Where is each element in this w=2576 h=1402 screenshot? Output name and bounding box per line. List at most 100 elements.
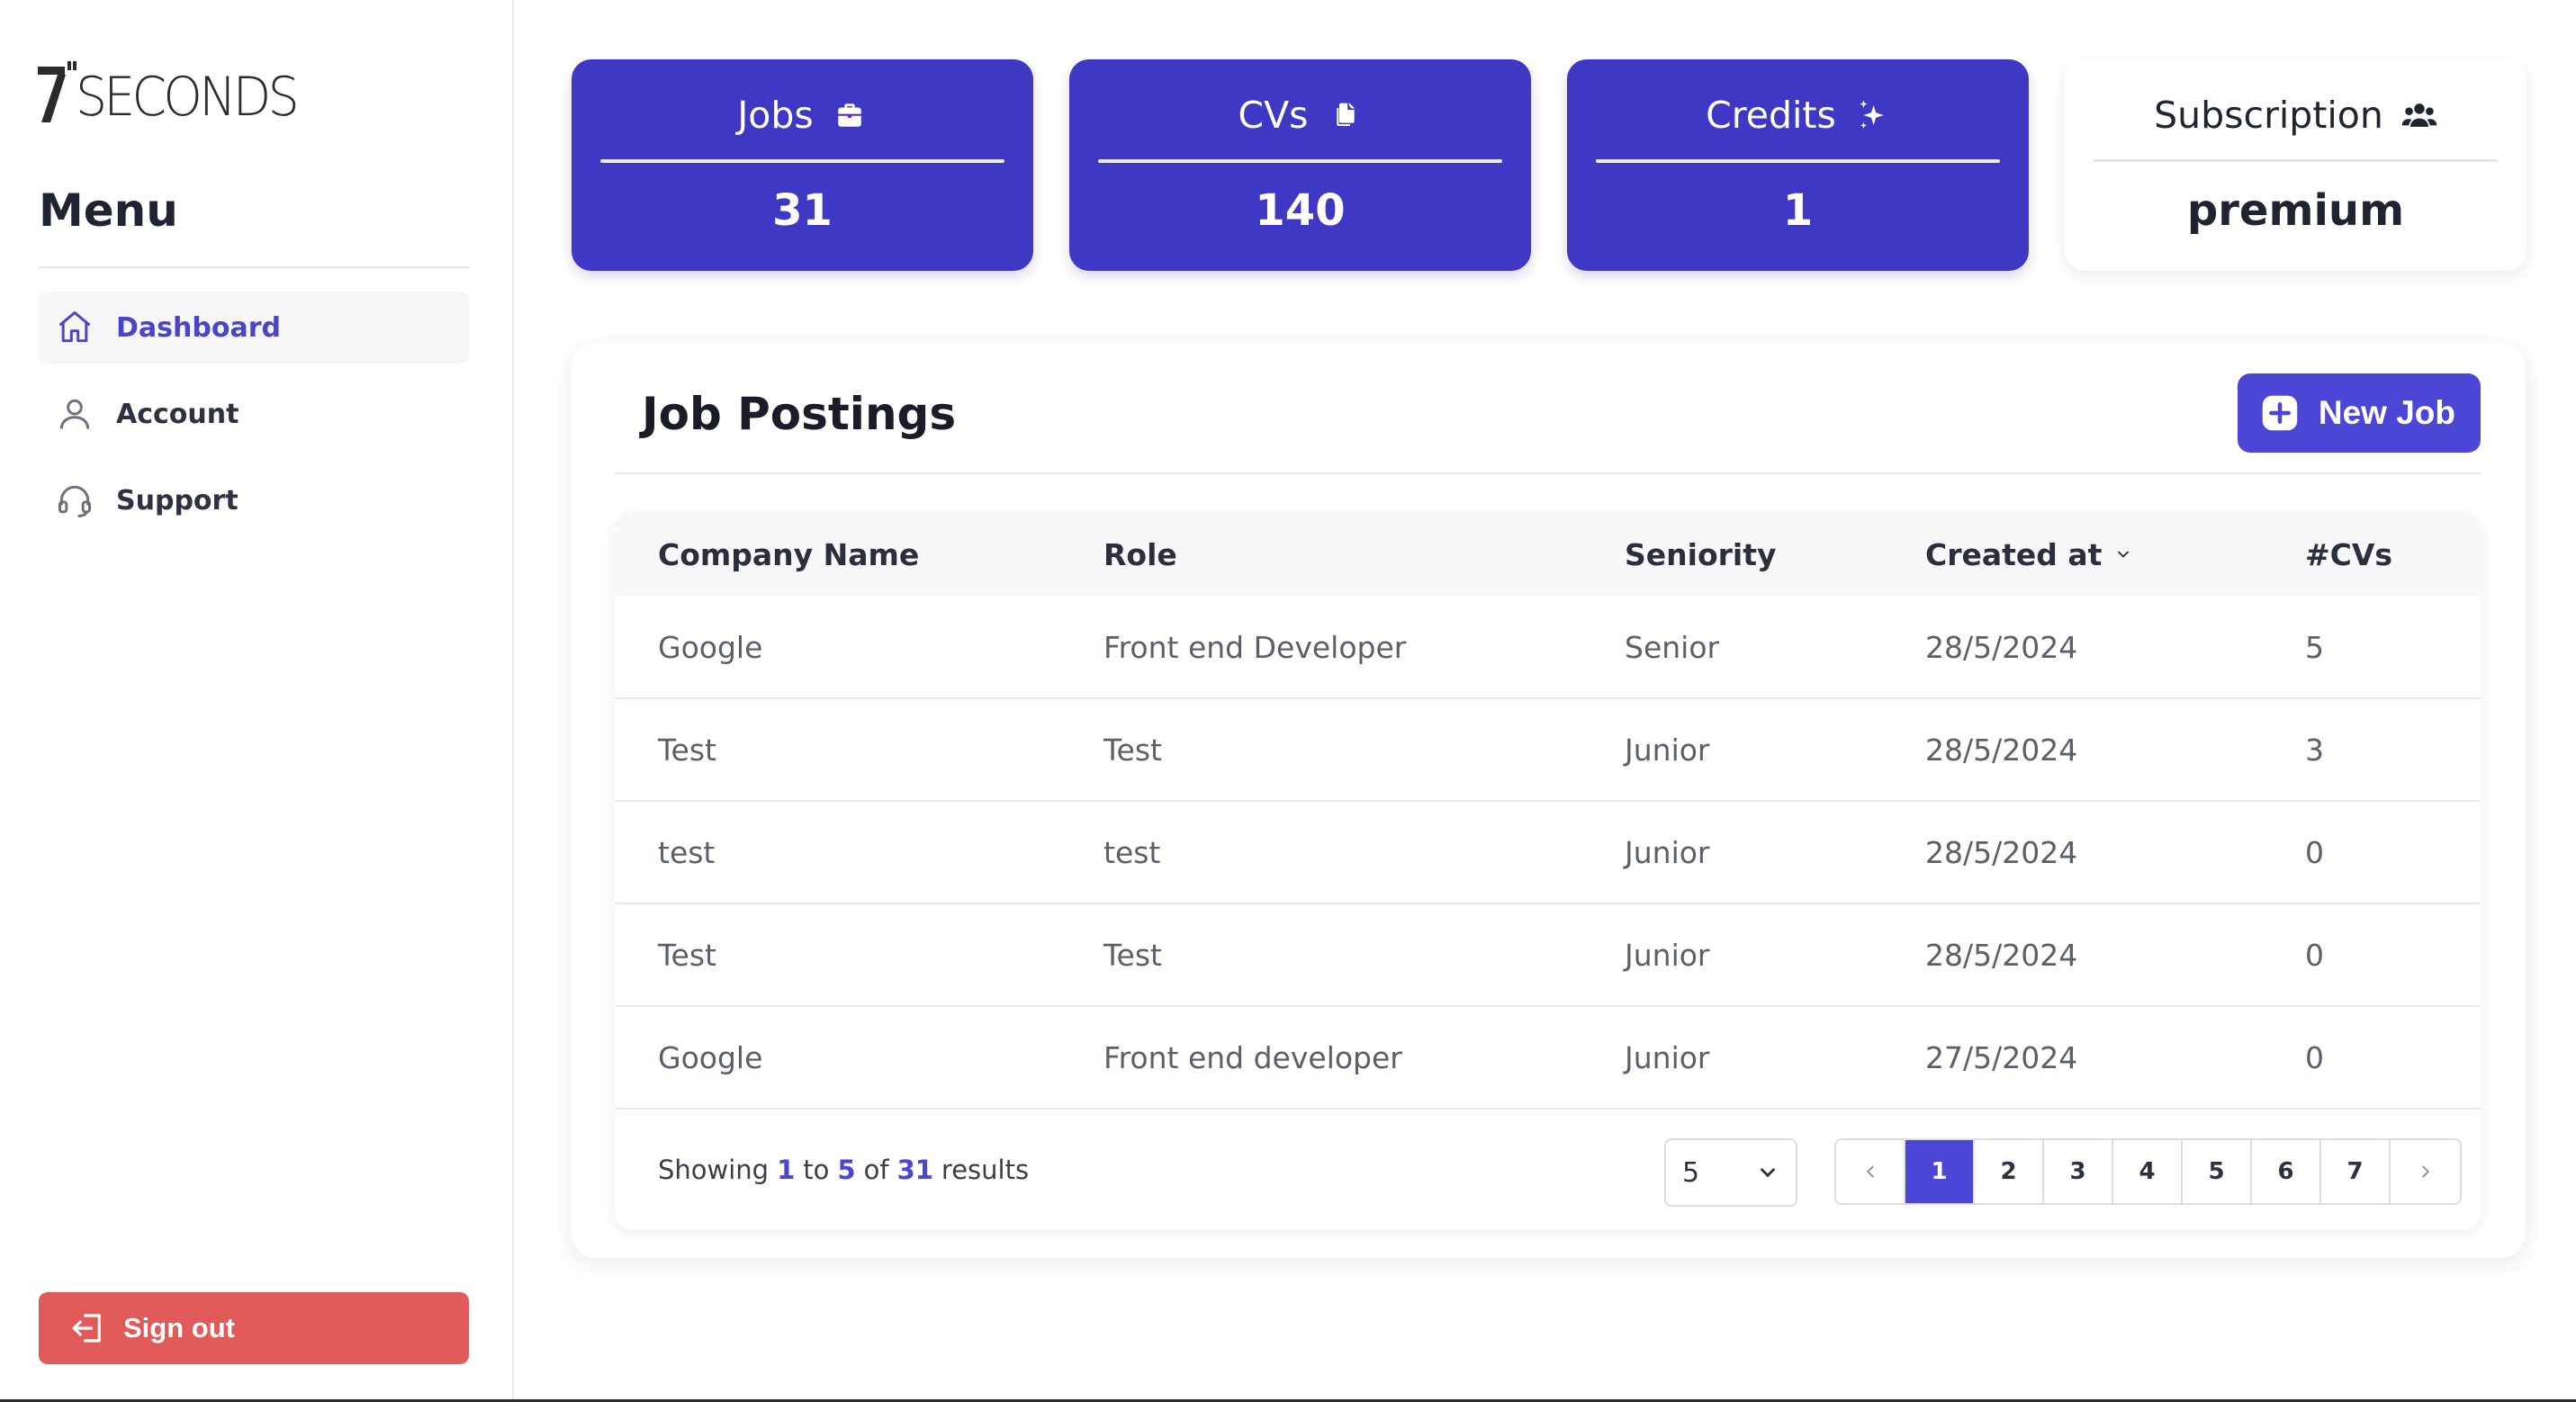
cell-role: Front end developer [1103, 1039, 1402, 1075]
cell-cvs: 0 [2305, 937, 2324, 973]
results-summary: Showing 1 to 5 of 31 results [658, 1110, 1029, 1230]
cell-cvs: 0 [2305, 834, 2324, 870]
results-total: 31 [896, 1155, 933, 1185]
cell-created-at: 28/5/2024 [1925, 629, 2078, 665]
stat-divider [600, 159, 1004, 163]
cell-role: Test [1103, 732, 1162, 768]
cell-seniority: Junior [1625, 1039, 1710, 1075]
home-icon [53, 306, 96, 349]
cell-company: Google [658, 629, 763, 665]
stat-value: 140 [1255, 185, 1346, 236]
stat-card-jobs: Jobs 31 [572, 59, 1033, 271]
cell-company: Google [658, 1039, 763, 1075]
stat-card-credits: Credits 1 [1567, 59, 2029, 271]
table-footer: Showing 1 to 5 of 31 results 5 1 2 3 4 5… [615, 1110, 2481, 1230]
cell-company: Test [658, 732, 716, 768]
stat-card-cvs: CVs 140 [1069, 59, 1531, 271]
cell-seniority: Senior [1625, 629, 1720, 665]
chevron-down-icon [1761, 1168, 1775, 1178]
cell-created-at: 28/5/2024 [1925, 834, 2078, 870]
menu-title: Menu [39, 184, 178, 237]
column-header-cvs[interactable]: #CVs [2305, 512, 2392, 597]
stat-label: Subscription [2154, 94, 2383, 137]
logo-wordmark: SECONDS [76, 66, 300, 129]
sidebar-item-account[interactable]: Account [39, 378, 469, 450]
job-postings-panel: Job Postings New Job Company Name Role S… [572, 343, 2526, 1258]
logo-seven-mark [38, 61, 77, 122]
sidebar-item-label: Dashboard [116, 311, 281, 344]
results-of-word: of [863, 1155, 889, 1185]
cell-company: Test [658, 937, 716, 973]
pagination-page-3[interactable]: 3 [2044, 1140, 2113, 1203]
sidebar-item-label: Account [116, 398, 239, 430]
page-size-select[interactable]: 5 [1664, 1138, 1797, 1207]
briefcase-icon [832, 97, 868, 133]
stat-label: Credits [1706, 94, 1836, 137]
pagination-page-4[interactable]: 4 [2113, 1140, 2183, 1203]
chevron-left-icon [1866, 1165, 1874, 1178]
brand-logo[interactable]: SECONDS [38, 54, 315, 124]
table-row[interactable]: Test Test Junior 28/5/2024 3 [615, 699, 2481, 802]
pagination-page-2[interactable]: 2 [1975, 1140, 2044, 1203]
job-postings-table: Company Name Role Seniority Created at #… [615, 512, 2481, 1230]
pagination: 1 2 3 4 5 6 7 [1834, 1138, 2462, 1205]
sidebar-nav: Dashboard Account Support [39, 292, 469, 551]
results-showing-word: Showing [658, 1155, 770, 1185]
results-word: results [941, 1155, 1030, 1185]
sign-out-icon [69, 1308, 109, 1348]
stat-value: 31 [772, 185, 833, 236]
table-header: Company Name Role Seniority Created at #… [615, 512, 2481, 597]
copy-icon [1327, 97, 1363, 133]
column-header-seniority[interactable]: Seniority [1625, 512, 1777, 597]
cell-role: test [1103, 834, 1161, 870]
table-row[interactable]: Google Front end Developer Senior 28/5/2… [615, 597, 2481, 699]
pagination-next-button[interactable] [2391, 1140, 2460, 1203]
page-size-value: 5 [1682, 1156, 1700, 1189]
stat-card-subscription: Subscription premium [2065, 59, 2526, 271]
sidebar: SECONDS Menu Dashboard Account Support S… [0, 0, 514, 1402]
sidebar-item-label: Support [116, 484, 239, 517]
column-header-company[interactable]: Company Name [658, 512, 919, 597]
stat-label: CVs [1238, 94, 1309, 137]
pagination-page-7[interactable]: 7 [2321, 1140, 2391, 1203]
chevron-right-icon [2421, 1165, 2429, 1178]
column-header-created-at[interactable]: Created at [1925, 512, 2134, 597]
stat-value: premium [2186, 185, 2405, 236]
table-row[interactable]: Google Front end developer Junior 27/5/2… [615, 1007, 2481, 1110]
pagination-page-5[interactable]: 5 [2183, 1140, 2252, 1203]
sparkles-icon [1854, 97, 1890, 133]
stat-divider [2094, 159, 2498, 162]
menu-divider [39, 266, 469, 268]
cell-cvs: 3 [2305, 732, 2324, 768]
cell-created-at: 28/5/2024 [1925, 937, 2078, 973]
cell-seniority: Junior [1625, 732, 1710, 768]
table-row[interactable]: Test Test Junior 28/5/2024 0 [615, 904, 2481, 1007]
pagination-page-6[interactable]: 6 [2252, 1140, 2321, 1203]
results-to: 5 [837, 1155, 856, 1185]
panel-divider [615, 472, 2481, 474]
cell-company: test [658, 834, 716, 870]
sign-out-button[interactable]: Sign out [39, 1292, 469, 1364]
stat-divider [1098, 159, 1502, 163]
pagination-prev-button[interactable] [1836, 1140, 1905, 1203]
cell-seniority: Junior [1625, 937, 1710, 973]
cell-cvs: 5 [2305, 629, 2324, 665]
pagination-page-1[interactable]: 1 [1905, 1140, 1975, 1203]
table-row[interactable]: test test Junior 28/5/2024 0 [615, 802, 2481, 904]
chevron-down-icon [2114, 544, 2134, 564]
sidebar-item-dashboard[interactable]: Dashboard [39, 292, 469, 364]
user-icon [53, 392, 96, 436]
users-icon [2401, 97, 2437, 133]
cell-seniority: Junior [1625, 834, 1710, 870]
results-to-word: to [803, 1155, 830, 1185]
stat-value: 1 [1782, 185, 1814, 236]
new-job-button[interactable]: New Job [2237, 373, 2481, 453]
cell-cvs: 0 [2305, 1039, 2324, 1075]
panel-title: Job Postings [642, 388, 957, 440]
headset-icon [53, 479, 96, 522]
column-header-role[interactable]: Role [1103, 512, 1177, 597]
plus-square-icon [2262, 395, 2298, 431]
sidebar-item-support[interactable]: Support [39, 464, 469, 536]
stat-label: Jobs [737, 94, 814, 137]
cell-created-at: 28/5/2024 [1925, 732, 2078, 768]
